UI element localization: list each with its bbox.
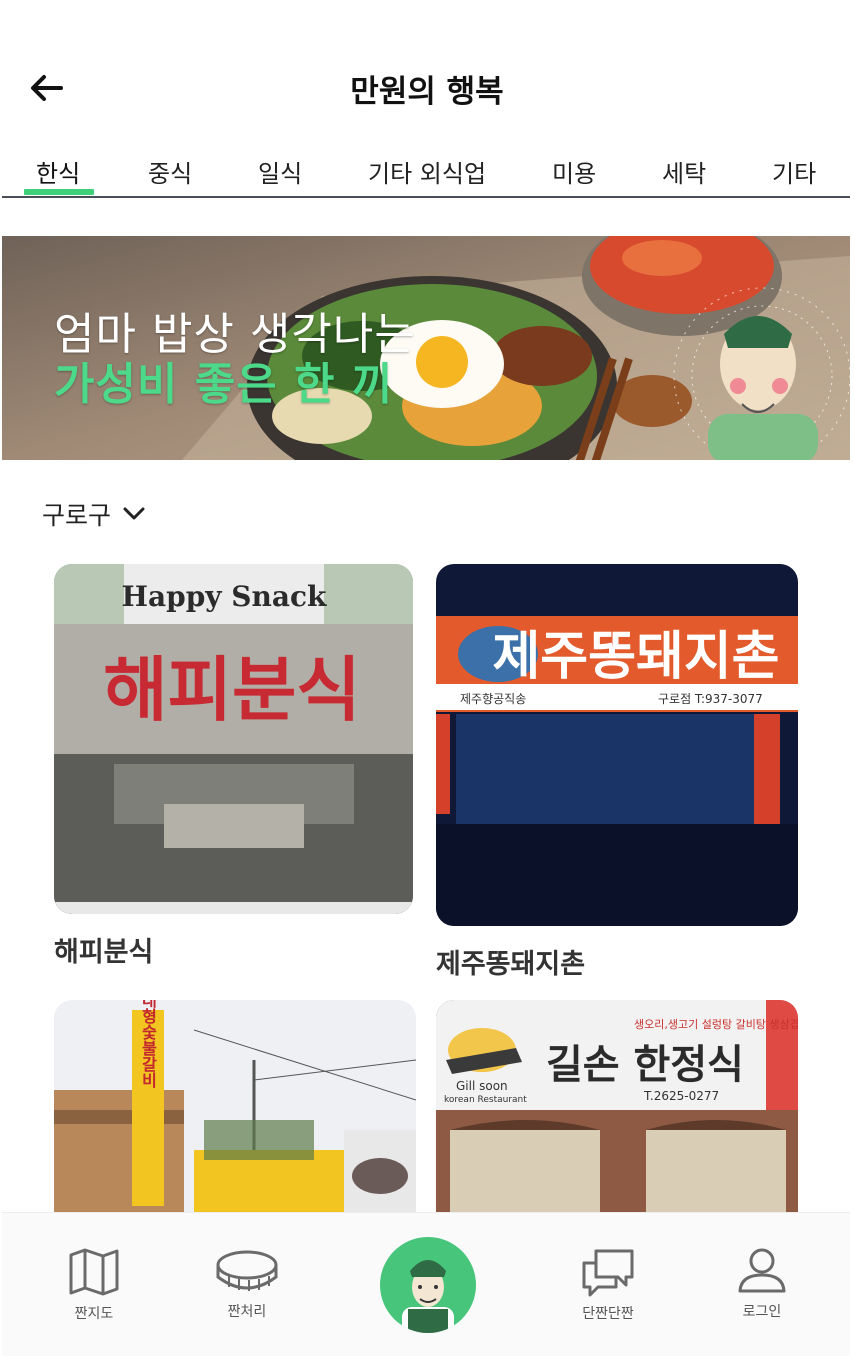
store-card[interactable]: Gill soon korean Restaurant 길손 한정식 생오리,생… [436,1000,798,1228]
sign-phone-text: 구로점 T:937-3077 [658,692,763,706]
tab-etc[interactable]: 기타 [772,154,816,189]
tab-laundry[interactable]: 세탁 [662,154,706,189]
store-photo: Gill soon korean Restaurant 길손 한정식 생오리,생… [436,1000,798,1212]
sign-main-text: 대형숯불갈비 [139,1000,158,1089]
store-photo-image: 제주똥돼지촌 제주향공직송 구로점 T:937-3077 [436,564,798,926]
nav-community-label: 단짠단짠 [582,1306,634,1322]
map-icon [69,1248,119,1296]
district-label: 구로구 [42,501,112,530]
sign-brand-sub-text: korean Restaurant [444,1095,527,1105]
tab-korean[interactable]: 한식 [36,154,80,189]
nav-mascot-button[interactable] [380,1237,476,1333]
tab-other-dining[interactable]: 기타 외식업 [368,154,486,189]
store-name: 제주똥돼지촌 [436,949,586,980]
user-icon [738,1248,786,1293]
sign-main-text: 길손 한정식 [546,1042,744,1088]
mascot-icon [402,1260,454,1333]
sign-main-text: 해피분식 [103,649,361,731]
store-card[interactable]: Happy Snack 해피분식 해피분식 [54,564,413,969]
page-title: 만원의 행복 [350,74,504,110]
active-tab-indicator [24,189,94,195]
promo-banner[interactable]: 엄마 밥상 생각나는 가성비 좋은 한 끼 [2,236,850,460]
nav-login[interactable]: 로그인 [722,1213,802,1356]
tab-chinese[interactable]: 중식 [148,154,192,189]
coin-icon [216,1250,278,1291]
category-tabs: 한식 중식 일식 기타 외식업 미용 세탁 기타 [2,140,850,198]
store-photo-image: Happy Snack 해피분식 [54,564,413,914]
chevron-down-icon [123,507,145,520]
nav-login-label: 로그인 [742,1304,782,1320]
store-card[interactable]: 대형숯불갈비 [54,1000,416,1228]
sign-brand-text: Gill soon [456,1079,508,1093]
tab-japanese[interactable]: 일식 [258,154,302,189]
banner-highlight: 가성비 좋은 한 끼 [54,359,394,410]
nav-map[interactable]: 짠지도 [54,1213,134,1356]
chat-icon [582,1249,634,1297]
nav-community[interactable]: 단짠단짠 [568,1213,648,1356]
sign-header-text: Happy Snack [122,580,328,613]
sign-sub-text: 제주향공직송 [460,692,526,706]
sign-menu-text: 생오리,생고기 설렁탕 갈비탕 생삼겹 [634,1017,798,1031]
store-photo: Happy Snack 해피분식 [54,564,413,914]
nav-coin-label: 짠처리 [227,1304,267,1320]
store-photo-image: 대형숯불갈비 [54,1000,416,1212]
store-photo-image: Gill soon korean Restaurant 길손 한정식 생오리,생… [436,1000,798,1212]
nav-coin[interactable]: 짠처리 [207,1213,287,1356]
store-photo: 제주똥돼지촌 제주향공직송 구로점 T:937-3077 [436,564,798,926]
store-name: 해피분식 [54,937,154,968]
sign-main-text: 제주똥돼지촌 [492,627,779,687]
bottom-navigation: 짠지도 짠처리 단짠단짠 로그인 [2,1212,850,1356]
store-card[interactable]: 제주똥돼지촌 제주향공직송 구로점 T:937-3077 제주똥돼지촌 [436,564,798,981]
tab-beauty[interactable]: 미용 [552,154,596,189]
nav-map-label: 짠지도 [74,1306,114,1322]
store-photo: 대형숯불갈비 [54,1000,416,1212]
district-selector[interactable]: 구로구 [42,496,145,532]
sign-phone-text: T.2625-0277 [643,1089,719,1103]
app-header: 만원의 행복 [0,0,854,140]
